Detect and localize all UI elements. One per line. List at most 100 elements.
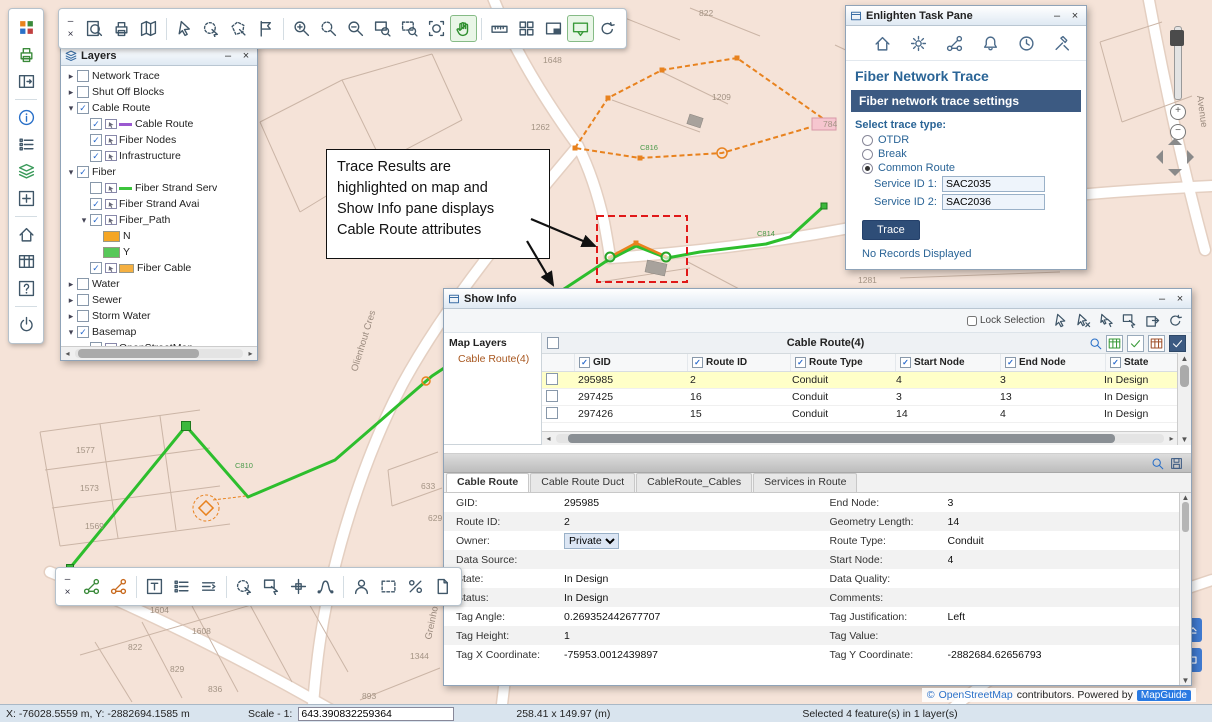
- service-id-1-input[interactable]: [942, 176, 1045, 192]
- zoom-dynamic-button[interactable]: [315, 15, 342, 42]
- search-button[interactable]: [1089, 337, 1102, 350]
- task-pane-titlebar[interactable]: Enlighten Task Pane – ×: [846, 6, 1086, 26]
- select-button[interactable]: [171, 15, 198, 42]
- layer-group-cable-route[interactable]: ▾✓Cable Route: [61, 100, 257, 116]
- column-header-end-node[interactable]: ✓End Node: [1001, 354, 1106, 371]
- zoom-slider[interactable]: + −: [1168, 26, 1188, 140]
- overview-map-button[interactable]: [540, 15, 567, 42]
- layer-group-basemap[interactable]: ▾✓Basemap: [61, 324, 257, 340]
- admin-tools-button[interactable]: [1049, 30, 1076, 57]
- scroll-thumb[interactable]: [1182, 502, 1189, 532]
- layer-checkbox[interactable]: [90, 182, 102, 194]
- lock-selection-checkbox[interactable]: [967, 316, 977, 326]
- layer-checkbox[interactable]: ✓: [77, 166, 89, 178]
- table-row[interactable]: 29742516Conduit313In DesignIn Design: [542, 389, 1191, 406]
- maptip-button[interactable]: [567, 15, 594, 42]
- pan-button[interactable]: [450, 15, 477, 42]
- row-checkbox[interactable]: [546, 390, 558, 402]
- osm-link[interactable]: OpenStreetMap: [939, 689, 1013, 701]
- show-info-titlebar[interactable]: Show Info – ×: [444, 289, 1191, 309]
- tab-cable-route[interactable]: Cable Route: [446, 473, 529, 492]
- layer-checkbox[interactable]: ✓: [90, 118, 102, 130]
- radio-common-route[interactable]: [862, 163, 873, 174]
- trace-type-option-otdr[interactable]: OTDR: [862, 134, 1086, 146]
- pan-east-arrow[interactable]: [1187, 150, 1194, 164]
- print-preview-button[interactable]: [81, 15, 108, 42]
- tab-cable-route-duct[interactable]: Cable Route Duct: [530, 473, 635, 492]
- scroll-up-arrow[interactable]: ▲: [1178, 353, 1191, 364]
- show-info-close-button[interactable]: ×: [1173, 293, 1187, 305]
- radio-break[interactable]: [862, 149, 873, 160]
- print-button[interactable]: [108, 15, 135, 42]
- layer-checkbox[interactable]: ✓: [90, 262, 102, 274]
- sidebar-item-cable-route[interactable]: Cable Route(4): [444, 351, 541, 367]
- column-header-route-type[interactable]: ✓Route Type: [791, 354, 896, 371]
- owner-select[interactable]: Private: [564, 533, 619, 549]
- scroll-down-arrow[interactable]: ▼: [1179, 676, 1191, 685]
- scroll-right-arrow[interactable]: ▸: [244, 349, 257, 358]
- zoom-in-button[interactable]: +: [1170, 104, 1186, 120]
- pan-south-arrow[interactable]: [1168, 169, 1182, 176]
- zoom-slider-track[interactable]: [1174, 26, 1182, 100]
- network-edit-button[interactable]: [105, 573, 132, 600]
- radio-otdr[interactable]: [862, 135, 873, 146]
- scroll-thumb[interactable]: [568, 434, 1115, 443]
- theme-button[interactable]: [141, 573, 168, 600]
- select-box-button[interactable]: [258, 573, 285, 600]
- pan-compass[interactable]: [1156, 138, 1194, 176]
- layer-checkbox[interactable]: [77, 70, 89, 82]
- refresh-icon[interactable]: [1168, 313, 1183, 328]
- column-checkbox[interactable]: ✓: [692, 357, 703, 368]
- task-pane-minimize-button[interactable]: –: [1050, 10, 1064, 22]
- percent-tool-button[interactable]: [402, 573, 429, 600]
- layer-checkbox[interactable]: ✓: [90, 214, 102, 226]
- column-checkbox[interactable]: ✓: [795, 357, 806, 368]
- table-row[interactable]: 2959852Conduit43In DesignIn Design: [542, 372, 1191, 389]
- layers-hscrollbar[interactable]: ◂ ▸: [61, 346, 257, 360]
- table-row[interactable]: 29742615Conduit144In DesignIn Design: [542, 406, 1191, 423]
- measure-arc-button[interactable]: [312, 573, 339, 600]
- grid-hscrollbar[interactable]: ◂ ▸: [542, 431, 1178, 445]
- select-polygon-button[interactable]: [225, 15, 252, 42]
- service-id-2-input[interactable]: [942, 194, 1045, 210]
- layer-group-network-trace[interactable]: ▸Network Trace: [61, 68, 257, 84]
- home-button[interactable]: [13, 221, 40, 248]
- layers-close-button[interactable]: ×: [239, 50, 253, 62]
- snap-button[interactable]: [285, 573, 312, 600]
- task-pane-close-button[interactable]: ×: [1068, 10, 1082, 22]
- layers-panel-titlebar[interactable]: Layers – ×: [61, 46, 257, 66]
- clear-grid-button[interactable]: [1148, 335, 1165, 352]
- export-grid-button[interactable]: [1106, 335, 1123, 352]
- expand-arrow[interactable]: ▸: [65, 87, 77, 98]
- layer-checkbox[interactable]: [77, 294, 89, 306]
- quick-plot-button[interactable]: [135, 15, 162, 42]
- select-circle-button[interactable]: [231, 573, 258, 600]
- toolbar-close-button[interactable]: ×: [61, 587, 74, 600]
- zoom-out-button[interactable]: [342, 15, 369, 42]
- pan-select-icon[interactable]: [1122, 313, 1137, 328]
- toolbar-close-button[interactable]: ×: [64, 29, 77, 42]
- expand-arrow[interactable]: ▾: [65, 327, 77, 338]
- layer-group-shut-off-blocks[interactable]: ▸Shut Off Blocks: [61, 84, 257, 100]
- show-info-minimize-button[interactable]: –: [1155, 293, 1169, 305]
- row-checkbox[interactable]: [546, 407, 558, 419]
- scroll-left-arrow[interactable]: ◂: [61, 349, 74, 358]
- save-icon[interactable]: [1170, 457, 1183, 470]
- expand-arrow[interactable]: ▸: [65, 311, 77, 322]
- profile-button[interactable]: [348, 573, 375, 600]
- layer-item-cable-route[interactable]: ✓Cable Route: [61, 116, 257, 132]
- layer-checkbox[interactable]: ✓: [77, 102, 89, 114]
- add-layer-button[interactable]: [13, 185, 40, 212]
- help-button[interactable]: [13, 275, 40, 302]
- scroll-up-arrow[interactable]: ▲: [1179, 493, 1191, 502]
- column-checkbox[interactable]: ✓: [1005, 357, 1016, 368]
- scroll-down-arrow[interactable]: ▼: [1178, 434, 1191, 445]
- layer-item-infrastructure[interactable]: ✓Infrastructure: [61, 148, 257, 164]
- power-button[interactable]: [13, 311, 40, 338]
- layer-item-y[interactable]: Y: [61, 244, 257, 260]
- layer-checkbox[interactable]: [77, 86, 89, 98]
- expand-arrow[interactable]: ▸: [65, 71, 77, 82]
- layers-minimize-button[interactable]: –: [221, 50, 235, 62]
- select-radius-button[interactable]: [198, 15, 225, 42]
- zoom-slider-thumb[interactable]: [1170, 30, 1184, 46]
